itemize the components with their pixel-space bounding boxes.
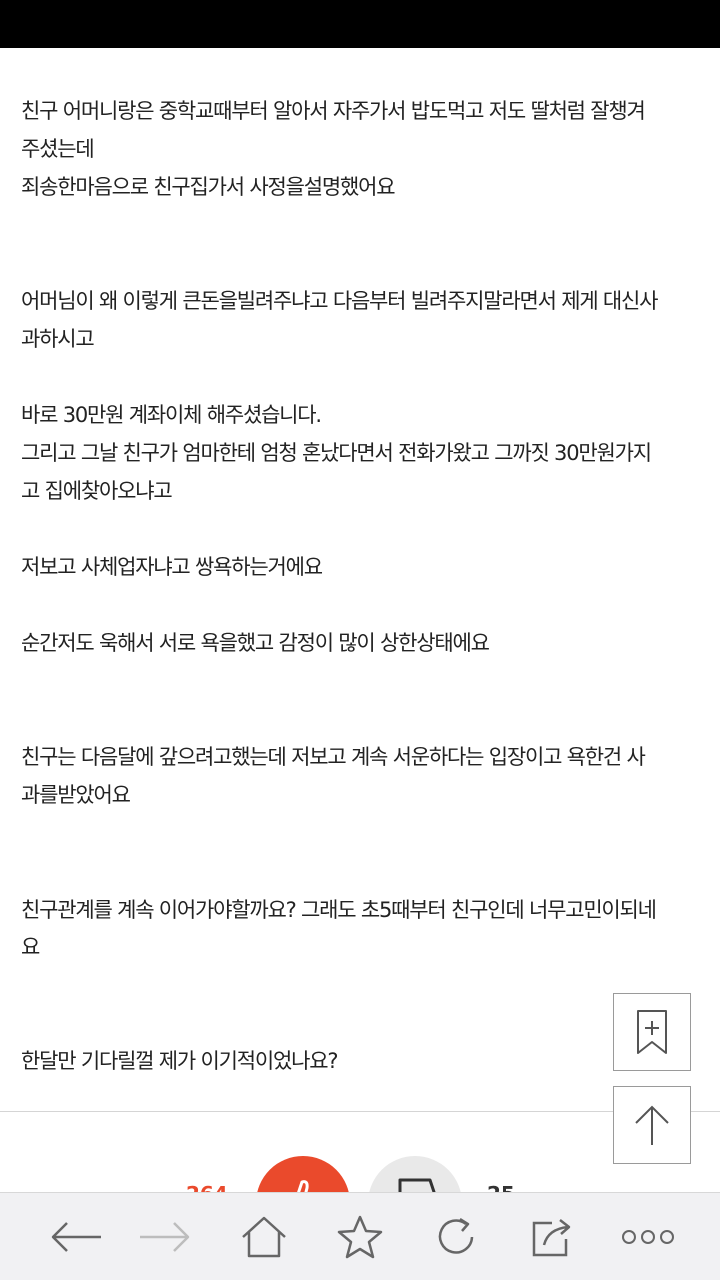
article-line: 한달만 기다릴껄 제가 이기적이었나요? xyxy=(21,1049,338,1073)
upvote-button[interactable] xyxy=(256,1156,350,1192)
more-button[interactable] xyxy=(618,1211,678,1263)
thumbs-up-icon xyxy=(297,1180,309,1192)
scroll-top-button[interactable] xyxy=(613,1086,691,1164)
thumbs-down-icon xyxy=(398,1178,436,1192)
article-line: 그리고 그날 친구가 엄마한테 엄청 혼났다면서 전화가왔고 그까짓 30만원가… xyxy=(21,441,652,465)
article-line: 어머님이 왜 이렇게 큰돈을빌려주냐고 다음부터 빌려주지말라면서 제게 대신사 xyxy=(21,289,658,313)
home-button[interactable] xyxy=(234,1211,294,1263)
vote-area: 264 25 xyxy=(0,1112,720,1192)
browser-toolbar xyxy=(0,1192,720,1280)
home-icon xyxy=(242,1216,286,1258)
forward-button[interactable] xyxy=(135,1211,195,1263)
favorite-button[interactable] xyxy=(330,1211,390,1263)
share-icon xyxy=(532,1219,571,1257)
article-line: 과하시고 xyxy=(21,327,95,351)
article-line: 죄송한마음으로 친구집가서 사정을설명했어요 xyxy=(21,175,396,199)
downvote-count: 25 xyxy=(487,1182,515,1192)
arrow-up-icon xyxy=(635,1105,669,1145)
refresh-button[interactable] xyxy=(426,1211,486,1263)
upvote-count: 264 xyxy=(186,1182,228,1192)
article-line: 과를받았어요 xyxy=(21,783,131,807)
article-line: 바로 30만원 계좌이체 해주셨습니다. xyxy=(21,403,322,427)
star-icon xyxy=(337,1215,383,1259)
bookmark-plus-icon xyxy=(637,1010,667,1054)
share-button[interactable] xyxy=(522,1211,582,1263)
refresh-icon xyxy=(438,1217,474,1254)
back-arrow-icon xyxy=(51,1222,101,1252)
more-icon xyxy=(622,1230,674,1244)
article-line: 주셨는데 xyxy=(21,137,95,161)
article-line: 저보고 사체업자냐고 쌍욕하는거에요 xyxy=(21,555,323,579)
status-bar xyxy=(0,0,720,48)
article-body: 친구 어머니랑은 중학교때부터 알아서 자주가서 밥도먹고 저도 딸처럼 잘챙겨… xyxy=(0,48,720,1112)
forward-arrow-icon xyxy=(140,1222,190,1252)
article-line: 친구관계를 계속 이어가야할까요? 그래도 초5때부터 친구인데 너무고민이되네 xyxy=(21,898,657,922)
downvote-button[interactable] xyxy=(368,1156,462,1192)
article-line: 친구 어머니랑은 중학교때부터 알아서 자주가서 밥도먹고 저도 딸처럼 잘챙겨 xyxy=(21,99,646,123)
article-line: 고 집에찾아오냐고 xyxy=(21,479,173,503)
article-line: 친구는 다음달에 갚으려고했는데 저보고 계속 서운하다는 입장이고 욕한건 사 xyxy=(21,745,646,769)
bookmark-button[interactable] xyxy=(613,993,691,1071)
article-line: 순간저도 욱해서 서로 욕을했고 감정이 많이 상한상태에요 xyxy=(21,631,490,655)
back-button[interactable] xyxy=(46,1211,106,1263)
article-line: 요 xyxy=(21,935,40,959)
